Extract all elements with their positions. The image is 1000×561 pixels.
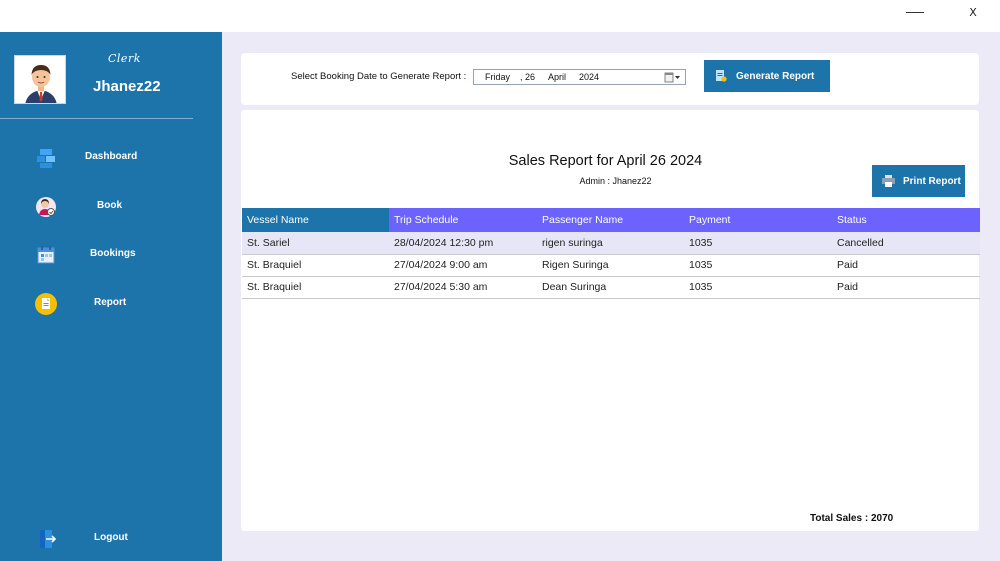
table-row[interactable]: St. Sariel 28/04/2024 12:30 pm rigen sur…: [242, 232, 980, 255]
table-row[interactable]: St. Braquiel 27/04/2024 5:30 am Dean Sur…: [242, 276, 980, 299]
date-separator: ,: [520, 72, 523, 82]
generate-report-label: Generate Report: [736, 70, 815, 82]
avatar-icon: [15, 56, 65, 103]
minimize-icon: [906, 11, 924, 13]
cell-status[interactable]: Paid: [832, 254, 980, 277]
generate-report-icon: [716, 70, 727, 82]
report-title: Sales Report for April 26 2024: [508, 153, 703, 169]
print-report-button[interactable]: Print Report: [872, 165, 965, 197]
date-weekday: Friday: [485, 72, 511, 82]
sidebar: Clerk Jhanez22 Dashboard Book Bookings R…: [0, 32, 222, 561]
date-month: April: [548, 72, 567, 82]
logout-button[interactable]: Logout: [0, 522, 222, 556]
column-header-payment[interactable]: Payment: [684, 208, 832, 232]
avatar: [14, 55, 66, 104]
date-selection-panel: Select Booking Date to Generate Report :…: [241, 53, 979, 105]
cell-status[interactable]: Cancelled: [832, 232, 980, 255]
sidebar-item-label: Book: [97, 200, 122, 211]
dashboard-icon: [37, 149, 55, 168]
cell-passenger[interactable]: Dean Suringa: [537, 276, 684, 299]
cell-vessel[interactable]: St. Sariel: [242, 232, 389, 255]
calendar-dropdown-icon[interactable]: [664, 72, 682, 83]
person-book-icon: [36, 197, 56, 217]
date-year: 2024: [579, 72, 600, 82]
report-icon: [35, 293, 57, 315]
role-label: Clerk: [108, 52, 141, 65]
calendar-icon: [37, 246, 55, 264]
cell-trip-schedule[interactable]: 27/04/2024 9:00 am: [389, 254, 537, 277]
username: Jhanez22: [93, 78, 161, 95]
generate-report-button[interactable]: Generate Report: [704, 60, 830, 92]
total-sales: Total Sales : 2070: [810, 513, 894, 524]
sidebar-divider: [0, 118, 193, 119]
column-header-status[interactable]: Status: [832, 208, 980, 232]
cell-payment[interactable]: 1035: [684, 254, 832, 277]
cell-passenger[interactable]: Rigen Suringa: [537, 254, 684, 277]
sidebar-item-dashboard[interactable]: Dashboard: [0, 141, 222, 175]
sidebar-item-label: Bookings: [90, 248, 136, 259]
logout-icon: [40, 530, 57, 548]
date-label: Select Booking Date to Generate Report :: [291, 71, 467, 82]
printer-icon: [882, 175, 895, 187]
cell-trip-schedule[interactable]: 27/04/2024 5:30 am: [389, 276, 537, 299]
column-header-passenger[interactable]: Passenger Name: [537, 208, 684, 232]
minimize-button[interactable]: [900, 0, 930, 24]
cell-payment[interactable]: 1035: [684, 276, 832, 299]
sidebar-item-label: Dashboard: [85, 151, 138, 162]
close-button[interactable]: X: [958, 0, 988, 24]
sidebar-item-label: Report: [94, 297, 127, 308]
sidebar-item-bookings[interactable]: Bookings: [0, 238, 222, 272]
cell-trip-schedule[interactable]: 28/04/2024 12:30 pm: [389, 232, 537, 255]
column-header-trip-schedule[interactable]: Trip Schedule: [389, 208, 537, 232]
cell-payment[interactable]: 1035: [684, 232, 832, 255]
sidebar-item-book[interactable]: Book: [0, 190, 222, 224]
cell-passenger[interactable]: rigen suringa: [537, 232, 684, 255]
title-bar: X: [0, 0, 1000, 32]
cell-vessel[interactable]: St. Braquiel: [242, 276, 389, 299]
table-header-row: Vessel Name Trip Schedule Passenger Name…: [242, 208, 980, 232]
sidebar-item-report[interactable]: Report: [0, 287, 222, 321]
report-panel: Sales Report for April 26 2024 Admin : J…: [241, 110, 980, 531]
sales-table: Vessel Name Trip Schedule Passenger Name…: [242, 208, 980, 299]
table-row[interactable]: St. Braquiel 27/04/2024 9:00 am Rigen Su…: [242, 254, 980, 277]
print-report-label: Print Report: [903, 175, 961, 187]
date-day: 26: [525, 72, 536, 82]
column-header-vessel[interactable]: Vessel Name: [242, 208, 389, 232]
logout-label: Logout: [94, 532, 128, 543]
cell-vessel[interactable]: St. Braquiel: [242, 254, 389, 277]
cell-status[interactable]: Paid: [832, 276, 980, 299]
booking-date-picker[interactable]: Friday , 26 April 2024: [473, 69, 686, 85]
